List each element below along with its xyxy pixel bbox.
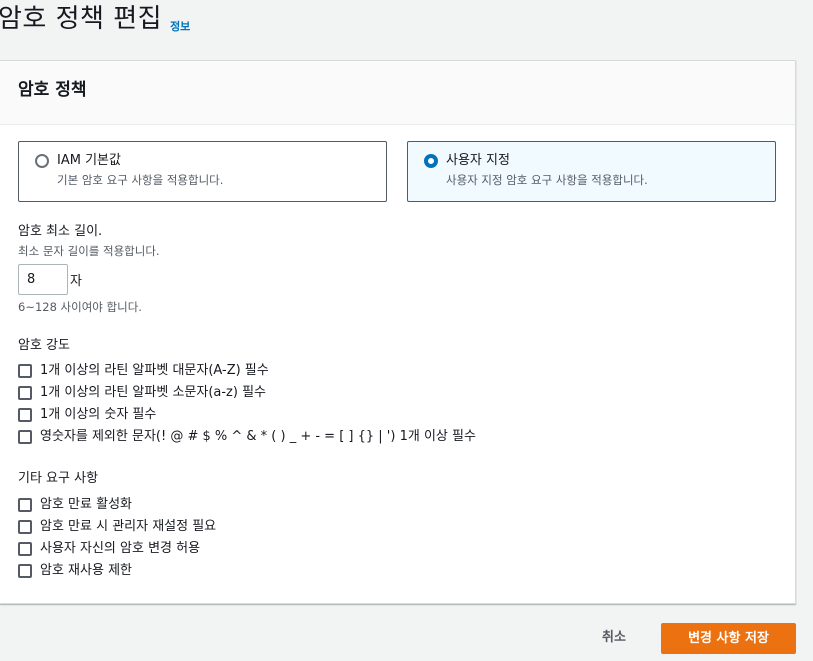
strength-label: 암호 강도 — [18, 338, 70, 353]
panel-title: 암호 정책 — [18, 80, 87, 100]
checkbox-label: 사용자 자신의 암호 변경 허용 — [40, 541, 201, 556]
page-title: 암호 정책 편집 — [0, 4, 163, 34]
min-length-label: 암호 최소 길이. — [18, 224, 103, 239]
tile-custom[interactable]: 사용자 지정 사용자 지정 암호 요구 사항을 적용합니다. — [407, 141, 776, 202]
cancel-button[interactable]: 취소 — [586, 622, 642, 654]
checkbox-label: 암호 만료 시 관리자 재설정 필요 — [40, 519, 217, 534]
panel-header: 암호 정책 — [0, 61, 795, 125]
checkbox[interactable] — [18, 386, 32, 400]
checkbox-row-admin-reset[interactable]: 암호 만료 시 관리자 재설정 필요 — [18, 518, 216, 536]
checkbox[interactable] — [18, 364, 32, 378]
tile-iam-default[interactable]: IAM 기본값 기본 암호 요구 사항을 적용합니다. — [18, 141, 387, 202]
page-header: 암호 정책 편집 정보 — [0, 0, 813, 50]
policy-type-tiles: IAM 기본값 기본 암호 요구 사항을 적용합니다. 사용자 지정 사용자 지… — [18, 141, 776, 202]
checkbox-label: 영숫자를 제외한 문자(! @ # $ % ^ & * ( ) _ + - = … — [40, 429, 476, 444]
checkbox-row-uppercase[interactable]: 1개 이상의 라틴 알파벳 대문자(A-Z) 필수 — [18, 362, 269, 380]
checkbox[interactable] — [18, 498, 32, 512]
checkbox-row-reuse-limit[interactable]: 암호 재사용 제한 — [18, 562, 132, 580]
info-link[interactable]: 정보 — [170, 18, 190, 34]
checkbox[interactable] — [18, 430, 32, 444]
checkbox-row-expiration[interactable]: 암호 만료 활성화 — [18, 496, 132, 514]
tile-label: 사용자 지정 — [446, 153, 510, 168]
password-policy-panel: 암호 정책 IAM 기본값 기본 암호 요구 사항을 적용합니다. 사용자 지정… — [0, 60, 796, 604]
checkbox-row-allow-change[interactable]: 사용자 자신의 암호 변경 허용 — [18, 540, 200, 558]
checkbox-label: 암호 만료 활성화 — [40, 497, 132, 512]
save-changes-button[interactable]: 변경 사항 저장 — [661, 623, 796, 654]
min-length-hint: 6~128 사이여야 합니다. — [18, 300, 142, 314]
checkbox-row-lowercase[interactable]: 1개 이상의 라틴 알파벳 소문자(a-z) 필수 — [18, 384, 266, 402]
min-length-input[interactable] — [18, 264, 68, 295]
checkbox-label: 1개 이상의 라틴 알파벳 소문자(a-z) 필수 — [40, 385, 266, 400]
tile-description: 기본 암호 요구 사항을 적용합니다. — [57, 173, 224, 187]
checkbox-row-symbol[interactable]: 영숫자를 제외한 문자(! @ # $ % ^ & * ( ) _ + - = … — [18, 428, 476, 446]
radio-iam-default[interactable] — [35, 154, 49, 168]
tile-description: 사용자 지정 암호 요구 사항을 적용합니다. — [446, 173, 648, 187]
checkbox-label: 1개 이상의 숫자 필수 — [40, 407, 157, 422]
other-requirements-label: 기타 요구 사항 — [18, 471, 99, 486]
checkbox[interactable] — [18, 564, 32, 578]
checkbox-label: 1개 이상의 라틴 알파벳 대문자(A-Z) 필수 — [40, 363, 269, 378]
checkbox[interactable] — [18, 408, 32, 422]
tile-label: IAM 기본값 — [57, 153, 121, 168]
min-length-unit: 자 — [70, 274, 82, 289]
form-footer: 취소 변경 사항 저장 — [0, 618, 813, 661]
checkbox-row-number[interactable]: 1개 이상의 숫자 필수 — [18, 406, 156, 424]
min-length-description: 최소 문자 길이를 적용합니다. — [18, 244, 160, 258]
checkbox[interactable] — [18, 520, 32, 534]
radio-custom[interactable] — [424, 154, 438, 168]
checkbox-label: 암호 재사용 제한 — [40, 563, 132, 578]
checkbox[interactable] — [18, 542, 32, 556]
